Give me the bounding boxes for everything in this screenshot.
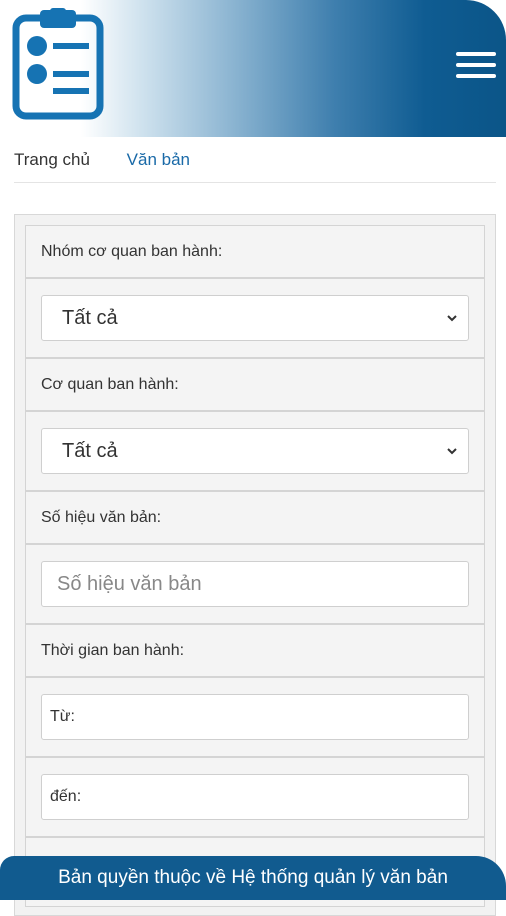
doc-number-field-row [25, 544, 485, 624]
clipboard-icon[interactable] [12, 8, 104, 120]
issue-date-label-row: Thời gian ban hành: [25, 624, 485, 677]
date-from-label: Từ: [50, 708, 75, 725]
breadcrumb-divider [14, 182, 496, 183]
breadcrumb-home-link[interactable]: Trang chủ [14, 150, 90, 169]
copyright-footer: Bản quyền thuộc về Hệ thống quản lý văn … [0, 856, 506, 900]
date-to-label: đến: [50, 788, 82, 805]
date-from-field[interactable]: Từ: [41, 694, 469, 740]
doc-number-label: Số hiệu văn bản: [41, 509, 162, 526]
issuing-group-select[interactable]: Tất cả [41, 295, 469, 341]
issue-date-label: Thời gian ban hành: [41, 642, 185, 659]
chevron-down-icon [447, 448, 457, 455]
breadcrumb-current-link[interactable]: Văn bản [127, 150, 190, 169]
doc-number-input[interactable] [41, 561, 469, 607]
breadcrumb: Trang chủ Văn bản [14, 150, 190, 170]
date-to-field[interactable]: đến: [41, 774, 469, 820]
issuing-group-selected-value: Tất cả [62, 307, 118, 329]
issuing-group-field-row: Tất cả [25, 278, 485, 358]
date-to-row: đến: [25, 757, 485, 837]
hamburger-menu-icon[interactable] [456, 52, 496, 82]
issuing-agency-select[interactable]: Tất cả [41, 428, 469, 474]
issuing-agency-selected-value: Tất cả [62, 440, 118, 462]
app-header [0, 0, 506, 137]
issuing-group-label: Nhóm cơ quan ban hành: [41, 243, 223, 260]
chevron-down-icon [447, 315, 457, 322]
issuing-agency-label: Cơ quan ban hành: [41, 376, 179, 393]
date-from-row: Từ: [25, 677, 485, 757]
search-filter-panel: Nhóm cơ quan ban hành: Tất cả Cơ quan ba… [14, 214, 496, 916]
issuing-group-label-row: Nhóm cơ quan ban hành: [25, 225, 485, 278]
doc-number-label-row: Số hiệu văn bản: [25, 491, 485, 544]
issuing-agency-field-row: Tất cả [25, 411, 485, 491]
issuing-agency-label-row: Cơ quan ban hành: [25, 358, 485, 411]
